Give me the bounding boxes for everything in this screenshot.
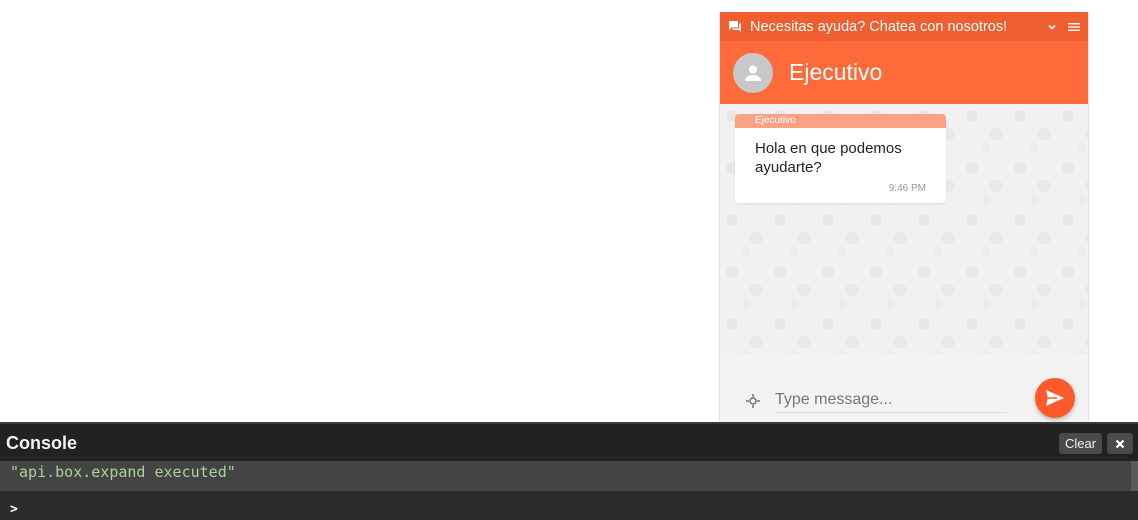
console-input[interactable] xyxy=(24,498,1128,520)
message-list: Ejecutivo Hola en que podemos ayudarte? … xyxy=(720,104,1088,354)
agent-bar: Ejecutivo xyxy=(720,41,1088,104)
user-icon xyxy=(745,65,761,81)
console-header: Console Clear xyxy=(0,424,1138,461)
hamburger-menu-icon[interactable] xyxy=(1066,19,1082,35)
console-panel: Console Clear "api.box.expand executed" … xyxy=(0,422,1138,520)
message-text: Hola en que podemos ayudarte? xyxy=(755,140,902,176)
console-scrollbar[interactable] xyxy=(1131,461,1138,491)
chevron-down-icon[interactable] xyxy=(1044,19,1060,35)
chat-bubbles-icon xyxy=(728,20,742,34)
clear-button[interactable]: Clear xyxy=(1059,433,1102,454)
chat-widget: Necesitas ayuda? Chatea con nosotros! Ej… xyxy=(719,12,1089,422)
avatar xyxy=(733,52,773,93)
console-prompt-symbol: > xyxy=(10,502,18,517)
message-composer xyxy=(720,354,1088,422)
agent-name: Ejecutivo xyxy=(789,59,883,85)
send-icon xyxy=(1046,390,1064,406)
chat-header-bar[interactable]: Necesitas ayuda? Chatea con nosotros! xyxy=(720,12,1088,41)
page: Necesitas ayuda? Chatea con nosotros! Ej… xyxy=(0,0,1138,520)
message-sender: Ejecutivo xyxy=(735,114,946,128)
console-title: Console xyxy=(6,433,78,453)
message-bubble: Ejecutivo Hola en que podemos ayudarte? … xyxy=(735,114,946,203)
chat-header-title: Necesitas ayuda? Chatea con nosotros! xyxy=(750,18,1008,35)
close-button[interactable] xyxy=(1107,433,1133,454)
close-icon xyxy=(1115,439,1125,448)
message-input[interactable] xyxy=(775,388,1007,413)
console-log-line: "api.box.expand executed" xyxy=(0,461,1131,491)
send-button[interactable] xyxy=(1035,378,1075,418)
message-time: 9:46 PM xyxy=(888,183,926,194)
attach-icon[interactable] xyxy=(746,394,760,408)
